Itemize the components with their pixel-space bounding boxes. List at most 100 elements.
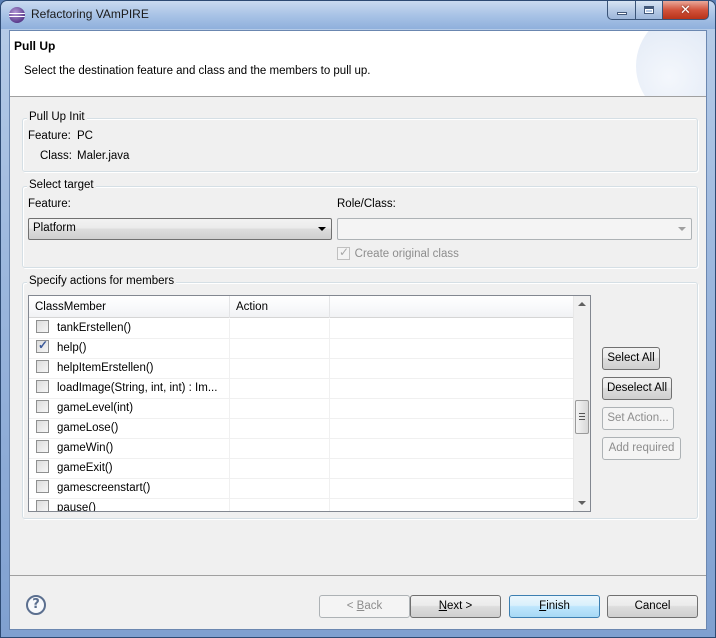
pull-up-init-group: Pull Up Init [22,111,698,172]
member-checkbox[interactable] [36,400,49,414]
member-name: gameExit() [57,462,113,474]
set-action-button[interactable]: Set Action... [602,407,674,430]
action-cell[interactable] [230,439,330,459]
add-required-button[interactable]: Add required [602,437,681,460]
action-cell[interactable] [230,359,330,379]
member-checkbox[interactable] [36,460,49,474]
classmember-cell: tankErstellen() [29,319,230,339]
table-header: ClassMember Action [29,296,574,318]
target-feature-label: Feature: [28,198,71,210]
eclipse-icon [9,7,25,23]
table-row[interactable]: gameLose() [29,419,574,439]
back-label-suffix: ack [364,600,383,612]
select-all-button[interactable]: Select All [602,347,660,370]
member-name: gameLevel(int) [57,402,134,414]
member-checkbox[interactable] [36,320,49,334]
init-feature-value: PC [77,130,93,142]
member-checkbox[interactable] [36,480,49,494]
table-row[interactable]: gamescreenstart() [29,479,574,499]
pull-up-init-label: Pull Up Init [27,111,87,123]
target-feature-dropdown[interactable]: Platform [28,218,332,240]
role-class-dropdown[interactable] [337,218,692,240]
member-name: gamescreenstart() [57,482,151,494]
classmember-cell: gameWin() [29,439,230,459]
action-cell[interactable] [230,459,330,479]
deselect-all-button[interactable]: Deselect All [602,377,672,400]
member-name: helpItemErstellen() [57,362,154,374]
member-checkbox[interactable] [36,440,49,454]
table-row[interactable]: helpItemErstellen() [29,359,574,379]
close-icon: ✕ [680,2,691,18]
member-name: gameWin() [57,442,114,454]
column-header-classmember[interactable]: ClassMember [29,296,230,318]
table-row[interactable]: loadImage(String, int, int) : Im... [29,379,574,399]
select-target-label: Select target [27,179,96,191]
wizard-header: Pull Up Select the destination feature a… [10,31,706,97]
scroll-up-icon[interactable] [578,302,586,306]
vertical-scrollbar[interactable] [573,296,590,511]
title-bar[interactable]: Refactoring VAmPIRE ✕ [1,1,715,29]
maximize-button[interactable] [635,1,662,20]
classmember-cell: gameExit() [29,459,230,479]
classmember-cell: gameLose() [29,419,230,439]
member-checkbox[interactable] [36,420,49,434]
chevron-down-icon [678,227,686,231]
init-feature-label: Feature: [28,130,71,142]
create-original-class-checkbox[interactable]: Create original class [337,245,459,260]
column-header-action[interactable]: Action [230,296,330,318]
finish-label-suffix: inish [546,600,570,612]
cancel-button[interactable]: Cancel [607,595,698,618]
next-label-mnemonic: N [438,600,448,612]
members-table[interactable]: ClassMember Action tankErstellen() help()… [28,295,591,512]
table-row[interactable]: gameLevel(int) [29,399,574,419]
grip-icon [579,416,585,417]
minimize-icon [616,11,627,15]
checkbox-icon [337,245,350,260]
window-title: Refactoring VAmPIRE [31,7,149,21]
dialog-client-area: Pull Up Select the destination feature a… [9,30,707,630]
member-checkbox[interactable] [36,360,49,374]
member-checkbox[interactable] [36,500,49,511]
finish-button[interactable]: Finish [509,595,600,618]
action-cell[interactable] [230,399,330,419]
action-cell[interactable] [230,499,330,511]
create-original-class-label: Create original class [354,248,459,260]
classmember-cell: gameLevel(int) [29,399,230,419]
action-cell[interactable] [230,419,330,439]
scrollbar-thumb[interactable] [575,400,589,434]
action-cell[interactable] [230,379,330,399]
grip-icon [579,413,585,414]
table-row[interactable]: help() [29,339,574,359]
members-group-label: Specify actions for members [27,275,177,287]
table-row[interactable]: pause() [29,499,574,512]
member-checkbox[interactable] [36,380,49,394]
init-class-value: Maler.java [77,150,130,162]
action-cell[interactable] [230,479,330,499]
table-row[interactable]: tankErstellen() [29,319,574,339]
window-controls: ✕ [607,1,709,21]
chevron-down-icon [318,227,326,231]
member-name: tankErstellen() [57,322,132,334]
back-label-prefix: < [346,600,357,612]
table-row[interactable]: gameExit() [29,459,574,479]
close-button[interactable]: ✕ [662,1,709,20]
member-checkbox[interactable] [36,339,49,354]
minimize-button[interactable] [607,1,635,20]
maximize-icon [644,6,654,14]
classmember-cell: gamescreenstart() [29,479,230,499]
member-name: pause() [57,502,96,512]
member-name: gameLose() [57,422,119,434]
page-description: Select the destination feature and class… [24,65,371,77]
target-feature-selected: Platform [33,222,76,234]
action-cell[interactable] [230,319,330,339]
next-button[interactable]: Next > [410,595,501,618]
scroll-down-icon[interactable] [578,501,586,505]
role-class-label: Role/Class: [337,198,396,210]
table-row[interactable]: gameWin() [29,439,574,459]
action-cell[interactable] [230,339,330,359]
grip-icon [579,419,585,420]
member-name: loadImage(String, int, int) : Im... [57,382,218,394]
dialog-window: Refactoring VAmPIRE ✕ Pull Up Select the… [0,0,716,638]
back-button[interactable]: < Back [319,595,410,618]
help-icon[interactable]: ? [26,595,46,615]
